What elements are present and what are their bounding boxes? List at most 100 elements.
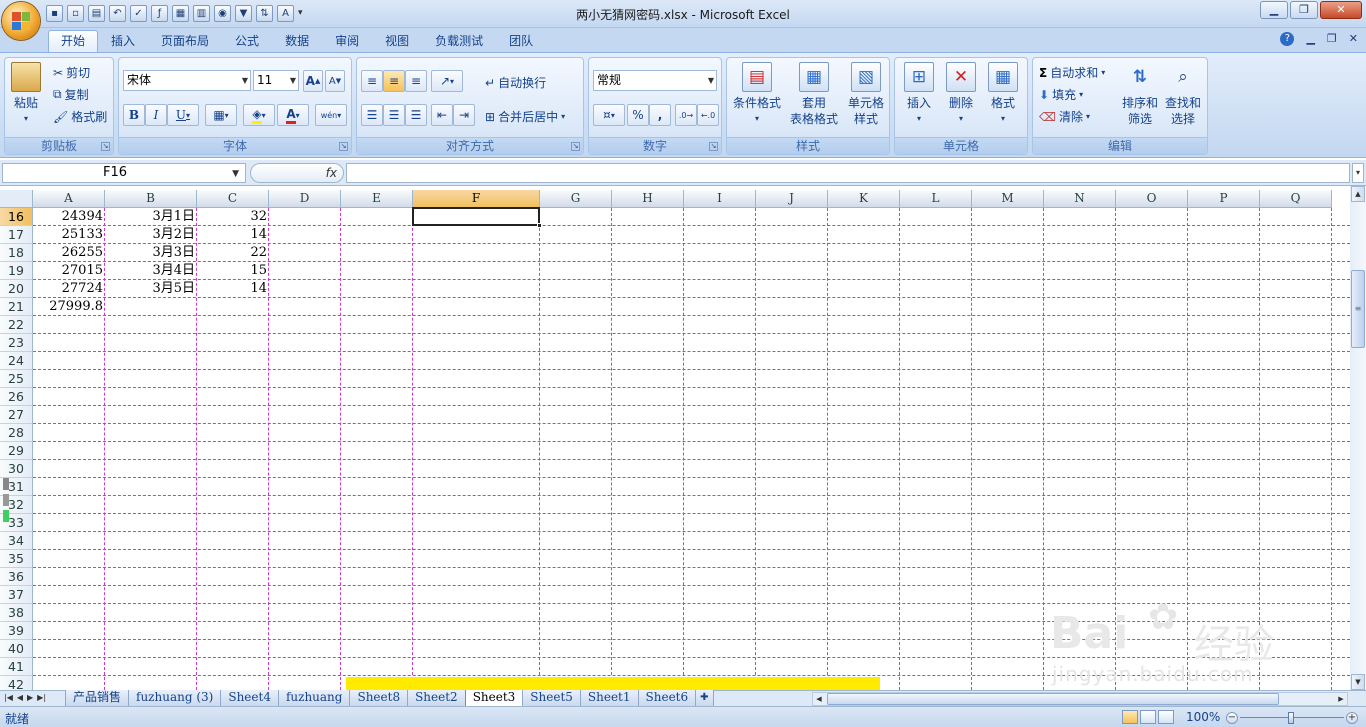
column-header-F[interactable]: F <box>413 190 540 208</box>
insert-cells-button[interactable]: ⊞ 插入 ▾ <box>899 62 939 127</box>
tab-page-layout[interactable]: 页面布局 <box>148 30 222 52</box>
row-header-34[interactable]: 34 <box>0 532 33 550</box>
row-header-18[interactable]: 18 <box>0 244 33 262</box>
column-header-E[interactable]: E <box>341 190 413 208</box>
cell-A21[interactable]: 27999.8 <box>33 298 105 315</box>
cell-B17[interactable]: 3月2日 <box>105 226 197 243</box>
zoom-in-icon[interactable]: + <box>1346 712 1358 724</box>
cell-styles-button[interactable]: ▧ 单元格 样式 <box>843 62 889 127</box>
minimize-icon[interactable]: ▁ <box>1260 1 1288 19</box>
delete-cells-button[interactable]: ✕ 删除 ▾ <box>941 62 981 127</box>
find-select-button[interactable]: ⌕ 查找和 选择 <box>1161 62 1205 127</box>
row-header-19[interactable]: 19 <box>0 262 33 280</box>
tab-view[interactable]: 视图 <box>372 30 422 52</box>
column-header-M[interactable]: M <box>972 190 1044 208</box>
column-header-K[interactable]: K <box>828 190 900 208</box>
dialog-launcher-icon[interactable]: ↘ <box>709 142 718 151</box>
dialog-launcher-icon[interactable]: ↘ <box>571 142 580 151</box>
tab-insert[interactable]: 插入 <box>98 30 148 52</box>
name-box[interactable]: F16 ▼ <box>2 163 246 183</box>
sheet-tab[interactable]: Sheet1 <box>579 690 639 707</box>
borders-button[interactable]: ▦ ▾ <box>205 104 237 126</box>
cell-B19[interactable]: 3月4日 <box>105 262 197 279</box>
underline-button[interactable]: U ▾ <box>167 104 199 126</box>
cell-A19[interactable]: 27015 <box>33 262 105 279</box>
cell-A18[interactable]: 26255 <box>33 244 105 261</box>
insert-sheet-icon[interactable]: ✚ <box>695 690 714 707</box>
cell-grid[interactable]: 24394 3月1日 32 25133 3月2日 14 26255 3月3日 22 27015 3月… <box>33 207 1350 690</box>
next-sheet-icon[interactable]: ▶ <box>27 691 33 705</box>
sheet-tab[interactable]: fuzhuang (3) <box>128 690 222 707</box>
conditional-format-button[interactable]: ▤ 条件格式 ▾ <box>731 62 783 127</box>
formula-input[interactable] <box>346 163 1350 183</box>
horizontal-scroll-thumb[interactable] <box>827 693 1279 705</box>
row-header-38[interactable]: 38 <box>0 604 33 622</box>
cell-C19[interactable]: 15 <box>197 262 269 279</box>
row-header-17[interactable]: 17 <box>0 226 33 244</box>
decrease-decimal-button[interactable]: ←.0 <box>697 104 719 126</box>
zoom-slider[interactable]: − + <box>1226 712 1358 724</box>
dialog-launcher-icon[interactable]: ↘ <box>101 142 110 151</box>
merge-center-button[interactable]: ⊞ 合并后居中 ▾ <box>485 108 565 125</box>
scroll-right-icon[interactable]: ▶ <box>1335 693 1347 705</box>
column-header-P[interactable]: P <box>1188 190 1260 208</box>
tab-formulas[interactable]: 公式 <box>222 30 272 52</box>
zoom-slider-knob[interactable] <box>1288 712 1294 724</box>
sheet-tab[interactable]: Sheet6 <box>637 690 697 707</box>
row-header-21[interactable]: 21 <box>0 298 33 316</box>
tab-load-test[interactable]: 负载测试 <box>422 30 496 52</box>
column-header-G[interactable]: G <box>540 190 612 208</box>
row-header-26[interactable]: 26 <box>0 388 33 406</box>
sort-filter-button[interactable]: ⇅ 排序和 筛选 <box>1119 62 1161 127</box>
scroll-up-icon[interactable]: ▲ <box>1351 186 1365 202</box>
align-right-button[interactable]: ☰ <box>405 104 427 126</box>
cell-A17[interactable]: 25133 <box>33 226 105 243</box>
column-header-I[interactable]: I <box>684 190 756 208</box>
sheet-tab[interactable]: Sheet3 <box>464 690 524 707</box>
first-sheet-icon[interactable]: |◀ <box>4 691 13 705</box>
tab-data[interactable]: 数据 <box>272 30 322 52</box>
cell-C17[interactable]: 14 <box>197 226 269 243</box>
close-icon[interactable]: ✕ <box>1320 1 1362 19</box>
column-header-L[interactable]: L <box>900 190 972 208</box>
vertical-scroll-thumb[interactable]: ≡ <box>1351 270 1365 348</box>
align-left-button[interactable]: ☰ <box>361 104 383 126</box>
tab-review[interactable]: 审阅 <box>322 30 372 52</box>
cell-B18[interactable]: 3月3日 <box>105 244 197 261</box>
percent-button[interactable]: % <box>627 104 649 126</box>
row-header-41[interactable]: 41 <box>0 658 33 676</box>
bold-button[interactable]: B <box>123 104 145 126</box>
column-header-H[interactable]: H <box>612 190 684 208</box>
cell-A20[interactable]: 27724 <box>33 280 105 297</box>
format-painter-button[interactable]: 🖌 格式刷 <box>53 108 107 125</box>
cell-B16[interactable]: 3月1日 <box>105 208 197 225</box>
column-header-N[interactable]: N <box>1044 190 1116 208</box>
sheet-tab[interactable]: Sheet5 <box>522 690 581 707</box>
cut-button[interactable]: ✂ 剪切 <box>53 64 90 81</box>
row-header-39[interactable]: 39 <box>0 622 33 640</box>
align-middle-button[interactable]: ≡ <box>383 70 405 92</box>
row-header-28[interactable]: 28 <box>0 424 33 442</box>
cell-B20[interactable]: 3月5日 <box>105 280 197 297</box>
decrease-indent-button[interactable]: ⇤ <box>431 104 453 126</box>
expand-formula-bar-icon[interactable]: ▾ <box>1352 163 1364 183</box>
scroll-down-icon[interactable]: ▼ <box>1351 674 1365 690</box>
zoom-level[interactable]: 100% <box>1186 710 1220 724</box>
increase-indent-button[interactable]: ⇥ <box>453 104 475 126</box>
row-header-20[interactable]: 20 <box>0 280 33 298</box>
wrap-text-button[interactable]: ↵ 自动换行 <box>485 74 546 91</box>
phonetic-button[interactable]: wén ▾ <box>315 104 347 126</box>
tab-team[interactable]: 团队 <box>496 30 546 52</box>
sheet-tab[interactable]: Sheet4 <box>220 690 279 707</box>
format-cells-button[interactable]: ▦ 格式 ▾ <box>983 62 1023 127</box>
maximize-icon[interactable]: ❐ <box>1290 1 1318 19</box>
align-top-button[interactable]: ≡ <box>361 70 383 92</box>
insert-function-button[interactable]: fx <box>250 163 344 183</box>
number-format-select[interactable]: 常规 ▼ <box>593 70 717 91</box>
column-header-Q[interactable]: Q <box>1260 190 1332 208</box>
horizontal-scrollbar[interactable]: ◀ ▶ <box>812 692 1348 706</box>
sheet-tab[interactable]: Sheet8 <box>349 690 409 707</box>
workbook-restore-icon[interactable]: ❐ <box>1327 32 1337 46</box>
sheet-tab[interactable]: fuzhuang <box>277 690 351 707</box>
scroll-left-icon[interactable]: ◀ <box>813 693 825 705</box>
